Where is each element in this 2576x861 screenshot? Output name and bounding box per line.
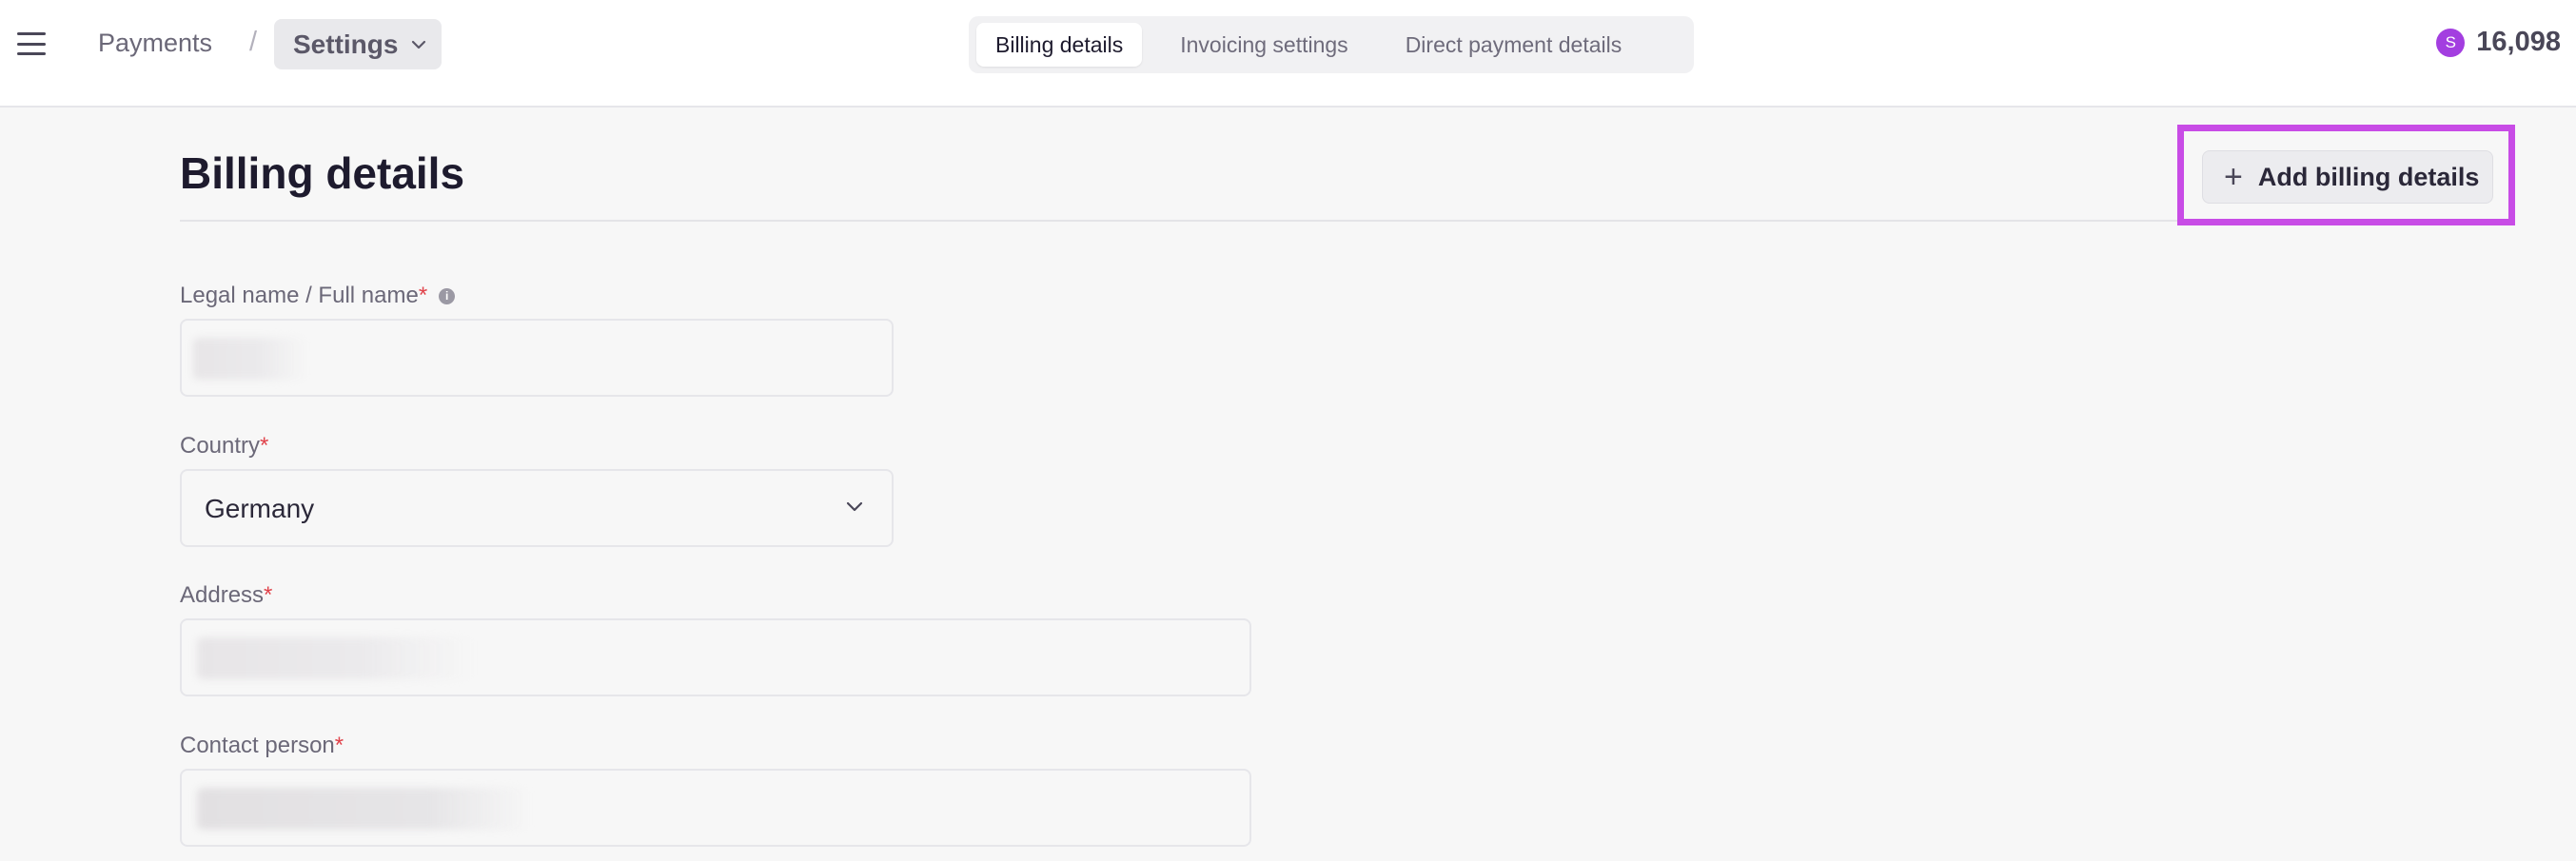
contact-person-field[interactable] <box>180 769 1251 847</box>
redacted-value <box>193 338 307 380</box>
breadcrumb-payments[interactable]: Payments <box>98 29 212 58</box>
credits-value: 16,098 <box>2476 27 2561 57</box>
country-select[interactable]: Germany <box>180 469 894 547</box>
contact-person-label-text: Contact person <box>180 733 335 758</box>
address-field[interactable] <box>180 618 1251 696</box>
breadcrumb-separator: / <box>249 27 258 57</box>
required-mark: * <box>334 733 344 758</box>
menu-icon[interactable] <box>17 32 46 55</box>
legal-name-field[interactable] <box>180 319 894 397</box>
add-billing-details-button[interactable]: + Add billing details <box>2202 150 2493 204</box>
coin-icon: S <box>2436 28 2466 57</box>
legal-name-label-text: Legal name / Full name <box>180 283 419 308</box>
add-billing-details-label: Add billing details <box>2257 162 2480 191</box>
page-title: Billing details <box>180 148 465 198</box>
credits-balance: S 16,098 <box>2436 27 2561 58</box>
top-bar: Payments / Settings Billing details Invo… <box>0 0 2576 108</box>
settings-label: Settings <box>293 29 399 59</box>
chevron-down-icon <box>846 501 863 512</box>
info-icon[interactable]: i <box>439 287 456 304</box>
contact-person-label: Contact person * <box>180 733 344 759</box>
settings-tabs: Billing details Invoicing settings Direc… <box>969 16 1694 73</box>
required-mark: * <box>418 283 428 308</box>
required-mark: * <box>260 433 269 459</box>
tab-invoicing-settings[interactable]: Invoicing settings <box>1161 23 1367 67</box>
country-label-text: Country <box>180 433 261 459</box>
chevron-down-icon <box>412 40 426 49</box>
country-label: Country * <box>180 433 268 460</box>
redacted-value <box>197 788 530 830</box>
divider <box>180 220 2492 222</box>
tab-billing-details[interactable]: Billing details <box>976 23 1143 67</box>
address-label-text: Address <box>180 582 265 608</box>
tab-direct-payment-details[interactable]: Direct payment details <box>1386 23 1642 67</box>
plus-icon: + <box>2224 159 2243 195</box>
required-mark: * <box>264 582 273 608</box>
legal-name-label: Legal name / Full name * i <box>180 283 456 309</box>
address-label: Address * <box>180 582 272 609</box>
redacted-value <box>197 637 473 679</box>
settings-dropdown-button[interactable]: Settings <box>274 19 442 69</box>
country-value: Germany <box>205 494 315 523</box>
